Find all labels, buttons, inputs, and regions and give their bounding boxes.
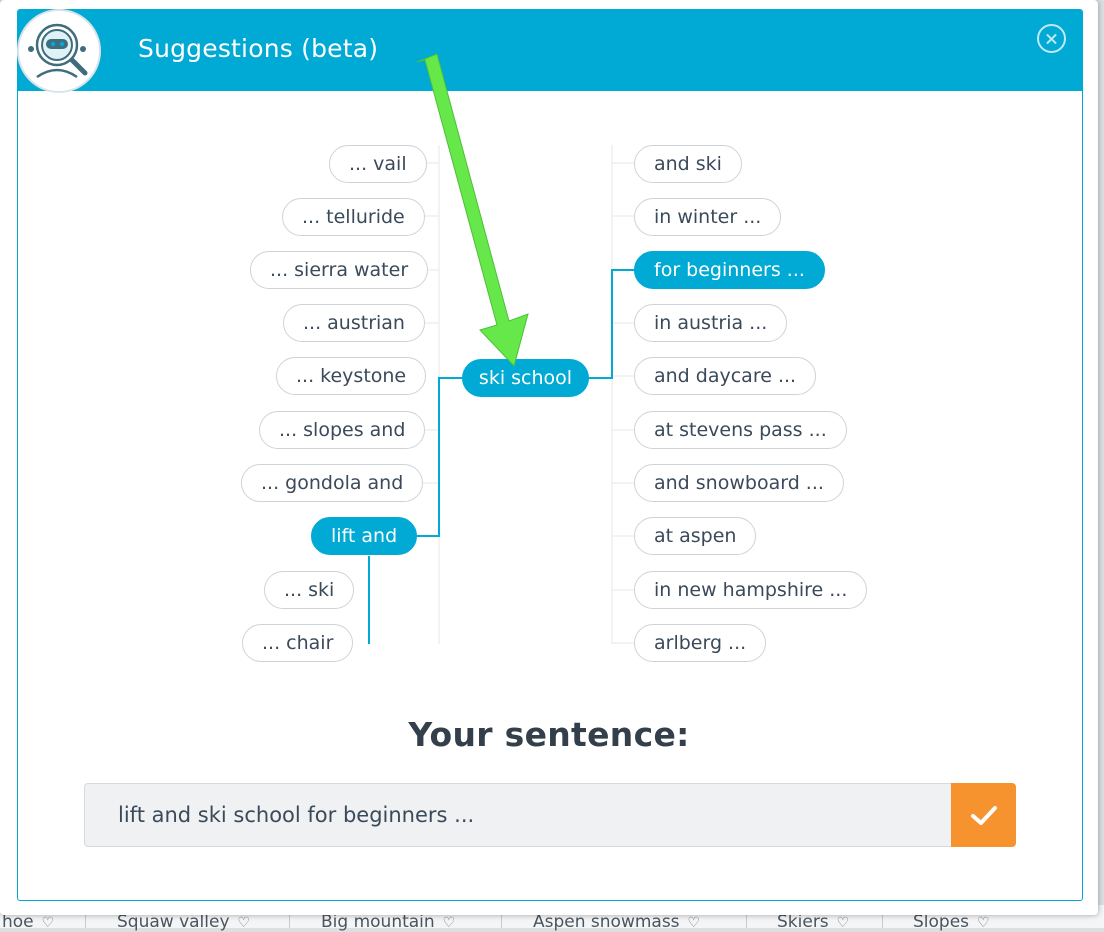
left-suggestion[interactable]: ... sierra water xyxy=(250,251,429,289)
right-suggestion[interactable]: at aspen xyxy=(634,517,757,555)
checkmark-icon xyxy=(971,806,997,825)
left-suggestion[interactable]: ... telluride xyxy=(282,198,425,236)
left-suggestion[interactable]: ... keystone xyxy=(276,357,427,395)
left-sub-suggestion[interactable]: ... chair xyxy=(242,624,354,662)
heart-icon: ♡ xyxy=(442,915,456,931)
tree-connectors xyxy=(368,145,634,644)
right-suggestion[interactable]: and ski xyxy=(634,145,742,183)
right-suggestion[interactable]: in winter ... xyxy=(634,198,782,236)
background-tag[interactable]: hoe ♡ xyxy=(2,912,54,932)
right-suggestion[interactable]: at stevens pass ... xyxy=(634,411,847,449)
center-word[interactable]: ski school xyxy=(462,359,589,397)
left-suggestion[interactable]: ... slopes and xyxy=(259,411,426,449)
confirm-button[interactable] xyxy=(951,783,1016,847)
left-sub-suggestion[interactable]: ... ski xyxy=(264,571,355,609)
left-suggestion[interactable]: ... gondola and xyxy=(241,464,424,502)
heart-icon: ♡ xyxy=(237,915,251,931)
heart-icon: ♡ xyxy=(687,915,701,931)
right-suggestion[interactable]: and daycare ... xyxy=(634,357,817,395)
sentence-input[interactable]: lift and ski school for beginners ... xyxy=(84,783,951,847)
suggestions-modal: Suggestions (beta) ... vail ... tellurid… xyxy=(0,0,1098,915)
heart-icon: ♡ xyxy=(41,915,55,931)
right-suggestion[interactable]: in new hampshire ... xyxy=(634,571,868,609)
background-tag[interactable]: Aspen snowmass ♡ xyxy=(533,912,700,932)
right-suggestion[interactable]: arlberg ... xyxy=(634,624,767,662)
background-tag[interactable]: Squaw valley ♡ xyxy=(117,912,250,932)
background-tag[interactable]: Big mountain ♡ xyxy=(321,912,455,932)
right-suggestion[interactable]: in austria ... xyxy=(634,304,788,342)
heart-icon: ♡ xyxy=(977,915,990,931)
left-suggestion[interactable]: ... vail xyxy=(329,145,427,183)
heart-icon: ♡ xyxy=(836,915,850,931)
right-suggestion-selected[interactable]: for beginners ... xyxy=(634,251,825,289)
left-suggestion-selected[interactable]: lift and xyxy=(311,517,418,555)
background-tag[interactable]: Skiers ♡ xyxy=(777,912,849,932)
background-tag[interactable]: Slopes ♡ xyxy=(913,912,990,932)
left-suggestion[interactable]: ... austrian xyxy=(283,304,425,342)
sentence-heading: Your sentence: xyxy=(408,715,690,754)
right-suggestion[interactable]: and snowboard ... xyxy=(634,464,844,502)
